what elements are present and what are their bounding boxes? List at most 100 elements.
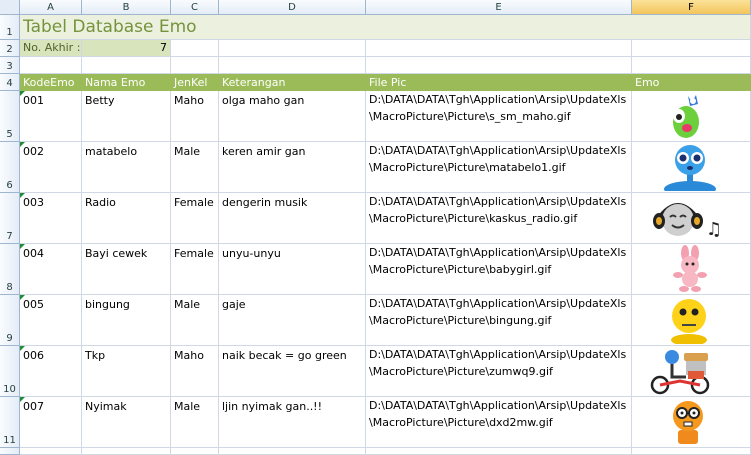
jenkel-cell[interactable]: Maho <box>171 346 219 397</box>
header-jenkel[interactable]: JenKel <box>171 74 219 91</box>
keterangan-cell[interactable]: keren amir gan <box>219 142 366 193</box>
jenkel-cell[interactable]: Male <box>171 397 219 448</box>
empty-cell[interactable] <box>219 57 366 74</box>
kode-cell[interactable]: 005 <box>20 295 82 346</box>
file-pic-cell[interactable]: D:\DATA\DATA\Tgh\Application\Arsip\Updat… <box>366 142 632 193</box>
table-row: 005 bingung Male gaje D:\DATA\DATA\Tgh\A… <box>20 295 751 346</box>
column-header-f[interactable]: F <box>632 0 751 15</box>
jenkel-cell[interactable]: Female <box>171 193 219 244</box>
keterangan-cell[interactable]: olga maho gan <box>219 91 366 142</box>
emo-cell[interactable] <box>632 91 751 142</box>
empty-cell[interactable] <box>219 40 366 57</box>
row-header-8[interactable]: 8 <box>0 244 20 295</box>
green-creature-icon[interactable] <box>666 92 706 140</box>
file-pic-cell[interactable]: D:\DATA\DATA\Tgh\Application\Arsip\Updat… <box>366 346 632 397</box>
header-emo[interactable]: Emo <box>632 74 751 91</box>
empty-cell[interactable] <box>82 448 171 455</box>
keterangan-cell[interactable]: gaje <box>219 295 366 346</box>
sheet-title[interactable]: Tabel Database Emo <box>20 15 751 40</box>
empty-cell[interactable] <box>366 57 632 74</box>
file-pic-cell[interactable]: D:\DATA\DATA\Tgh\Application\Arsip\Updat… <box>366 295 632 346</box>
jenkel-cell[interactable]: Male <box>171 295 219 346</box>
nama-cell[interactable]: matabelo <box>82 142 171 193</box>
header-kodeemo[interactable]: KodeEmo <box>20 74 82 91</box>
empty-cell[interactable] <box>82 57 171 74</box>
row-header-7[interactable]: 7 <box>0 193 20 244</box>
table-row: 006 Tkp Maho naik becak = go green D:\DA… <box>20 346 751 397</box>
empty-cell[interactable] <box>366 448 632 455</box>
file-pic-cell[interactable]: D:\DATA\DATA\Tgh\Application\Arsip\Updat… <box>366 397 632 448</box>
row-header-3[interactable]: 3 <box>0 57 20 74</box>
table-header-row: KodeEmo Nama Emo JenKel Keterangan File … <box>20 74 751 91</box>
empty-cell[interactable] <box>632 57 751 74</box>
kode-cell[interactable]: 004 <box>20 244 82 295</box>
empty-cell[interactable] <box>632 448 751 455</box>
table-row: 007 Nyimak Male ljin nyimak gan..!! D:\D… <box>20 397 751 448</box>
row-header-12[interactable] <box>0 448 20 455</box>
row-header-4[interactable]: 4 <box>0 74 20 91</box>
orange-glasses-icon[interactable] <box>666 398 710 446</box>
keterangan-cell[interactable]: naik becak = go green <box>219 346 366 397</box>
header-file-pic[interactable]: File Pic <box>366 74 632 91</box>
row-header-1[interactable]: 1 <box>0 15 20 40</box>
yellow-confused-icon[interactable] <box>664 296 714 344</box>
keterangan-cell[interactable]: dengerin musik <box>219 193 366 244</box>
row-header-10[interactable]: 10 <box>0 346 20 397</box>
blue-big-eyes-icon[interactable] <box>662 143 718 191</box>
file-pic-cell[interactable]: D:\DATA\DATA\Tgh\Application\Arsip\Updat… <box>366 91 632 142</box>
emo-cell[interactable] <box>632 244 751 295</box>
row-header-9[interactable]: 9 <box>0 295 20 346</box>
header-keterangan[interactable]: Keterangan <box>219 74 366 91</box>
last-number-label[interactable]: No. Akhir : <box>20 40 82 57</box>
emo-cell[interactable]: ♫ <box>632 193 751 244</box>
row-header-6[interactable]: 6 <box>0 142 20 193</box>
emo-cell[interactable] <box>632 295 751 346</box>
column-header-b[interactable]: B <box>82 0 171 15</box>
jenkel-cell[interactable]: Female <box>171 244 219 295</box>
nama-cell[interactable]: Tkp <box>82 346 171 397</box>
empty-cell[interactable] <box>366 40 632 57</box>
row-header-11[interactable]: 11 <box>0 397 20 448</box>
empty-cell[interactable] <box>171 448 219 455</box>
nama-cell[interactable]: Bayi cewek <box>82 244 171 295</box>
emo-cell[interactable] <box>632 397 751 448</box>
emo-cell[interactable] <box>632 346 751 397</box>
row-header-2[interactable]: 2 <box>0 40 20 57</box>
nama-cell[interactable]: Betty <box>82 91 171 142</box>
becak-rider-icon[interactable] <box>650 347 716 395</box>
column-header-e[interactable]: E <box>366 0 632 15</box>
nama-cell[interactable]: Radio <box>82 193 171 244</box>
keterangan-cell[interactable]: ljin nyimak gan..!! <box>219 397 366 448</box>
error-indicator <box>20 397 25 402</box>
column-header-c[interactable]: C <box>171 0 219 15</box>
empty-cell[interactable] <box>632 40 751 57</box>
error-indicator <box>20 142 25 147</box>
last-number-value[interactable]: 7 <box>82 40 171 57</box>
kode-cell[interactable]: 001 <box>20 91 82 142</box>
empty-cell[interactable] <box>171 57 219 74</box>
column-header-a[interactable]: A <box>20 0 82 15</box>
empty-cell[interactable] <box>219 448 366 455</box>
kode-cell[interactable]: 003 <box>20 193 82 244</box>
error-indicator <box>20 91 25 96</box>
empty-cell[interactable] <box>20 448 82 455</box>
headphones-radio-icon[interactable]: ♫ <box>646 195 726 241</box>
kode-cell[interactable]: 002 <box>20 142 82 193</box>
keterangan-cell[interactable]: unyu-unyu <box>219 244 366 295</box>
jenkel-cell[interactable]: Maho <box>171 91 219 142</box>
empty-cell[interactable] <box>171 40 219 57</box>
jenkel-cell[interactable]: Male <box>171 142 219 193</box>
nama-cell[interactable]: bingung <box>82 295 171 346</box>
file-pic-cell[interactable]: D:\DATA\DATA\Tgh\Application\Arsip\Updat… <box>366 193 632 244</box>
kode-cell[interactable]: 007 <box>20 397 82 448</box>
select-all-corner[interactable] <box>0 0 20 15</box>
emo-cell[interactable] <box>632 142 751 193</box>
file-pic-cell[interactable]: D:\DATA\DATA\Tgh\Application\Arsip\Updat… <box>366 244 632 295</box>
row-header-5[interactable]: 5 <box>0 91 20 142</box>
kode-cell[interactable]: 006 <box>20 346 82 397</box>
pink-bunny-icon[interactable] <box>668 245 712 293</box>
column-header-d[interactable]: D <box>219 0 366 15</box>
nama-cell[interactable]: Nyimak <box>82 397 171 448</box>
empty-cell[interactable] <box>20 57 82 74</box>
header-nama-emo[interactable]: Nama Emo <box>82 74 171 91</box>
